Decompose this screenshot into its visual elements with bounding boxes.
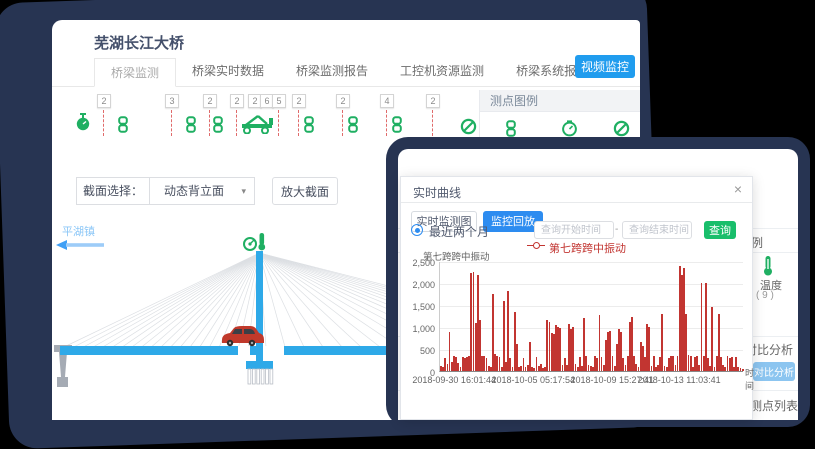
- link-sensor-icon[interactable]: [348, 116, 358, 138]
- x-tick-label: 2018-10-13 11:03:41: [638, 375, 721, 385]
- gridline: [440, 306, 743, 307]
- deck-joint: [238, 346, 250, 355]
- x-tick-label: 2018-09-30 16:01:44: [412, 375, 496, 385]
- tab-bridge-monitor-report[interactable]: 桥梁监测报告: [280, 57, 384, 86]
- gantry-vehicle-icon[interactable]: [240, 114, 276, 139]
- gridline: [440, 262, 743, 263]
- section-select-label: 截面选择：: [76, 177, 150, 205]
- y-tick-label: 1,500: [403, 302, 435, 312]
- sensor-marker-line: [342, 110, 343, 136]
- sensor-count-badge: 2: [97, 94, 111, 108]
- gridline: [440, 284, 743, 285]
- close-icon[interactable]: ×: [734, 181, 742, 197]
- link-sensor-icon[interactable]: [186, 116, 196, 138]
- compare-analysis-button[interactable]: 对比分析: [753, 362, 795, 381]
- gridline: [440, 328, 743, 329]
- deck-joint: [263, 346, 284, 355]
- y-tick-label: 1,000: [403, 324, 435, 334]
- bar: [661, 314, 663, 371]
- link-sensor-icon[interactable]: [118, 116, 128, 138]
- bridge-tower: [256, 251, 263, 361]
- sensor-count-badge: 4: [380, 94, 394, 108]
- sensor-marker-line: [298, 110, 299, 136]
- date-range-separator: -: [615, 224, 618, 235]
- sensor-marker-line: [278, 110, 279, 136]
- tab-bridge-monitor[interactable]: 桥梁监测: [94, 58, 176, 87]
- bar: [503, 301, 505, 371]
- x-axis-title: 时间: [745, 366, 754, 392]
- sensor-marker-line: [386, 110, 387, 136]
- recent-two-months-radio[interactable]: [411, 224, 423, 236]
- link-sensor-icon[interactable]: [213, 116, 223, 138]
- sensor-marker-line: [103, 110, 104, 136]
- y-tick-label: 2,000: [403, 280, 435, 290]
- link-sensor-icon[interactable]: [392, 116, 402, 138]
- y-tick-label: 2,500: [403, 258, 435, 268]
- sensor-marker-line: [171, 110, 172, 136]
- modal-header: 实时曲线 ×: [401, 177, 752, 203]
- main-tabbar: 桥梁监测 桥梁实时数据 桥梁监测报告 工控机资源监测 桥梁系统报警: [52, 58, 640, 87]
- zoom-section-button[interactable]: 放大截面: [272, 177, 338, 205]
- query-end-time-input[interactable]: [622, 221, 692, 239]
- bar: [648, 327, 650, 371]
- legend-marker-icon: [527, 245, 545, 250]
- legend-panel-title: 测点图例: [480, 90, 640, 112]
- sensor-count-badge: 2: [203, 94, 217, 108]
- tab-ipc-resource-monitor[interactable]: 工控机资源监测: [384, 57, 500, 86]
- thermometer-icon: [258, 233, 265, 250]
- x-tick-label: 2018-10-05 05:17:54: [491, 375, 575, 385]
- vibration-chart[interactable]: [439, 262, 743, 372]
- video-monitor-button[interactable]: 视频监控: [575, 55, 635, 78]
- bar: [742, 369, 744, 371]
- page-title: 芜湖长江大桥: [94, 32, 184, 53]
- realtime-curve-modal: 实时曲线 × 实时监测图 监控回放 最近两个月 - 查询 第七跨跨中振动 第七跨…: [400, 176, 753, 420]
- bar: [711, 307, 713, 371]
- sensor-count-badge: 2: [230, 94, 244, 108]
- sensor-count-badge: 3: [165, 94, 179, 108]
- sensor-marker-line: [432, 110, 433, 136]
- section-select-dropdown[interactable]: 动态背立面 ▾: [149, 177, 255, 205]
- query-button[interactable]: 查询: [704, 221, 736, 239]
- temperature-count: ( 9 ): [756, 290, 774, 301]
- sensor-count-badge: 5: [272, 94, 286, 108]
- pier-piles: [248, 369, 273, 384]
- modal-title: 实时曲线: [413, 184, 461, 201]
- gridline: [440, 350, 743, 351]
- chevron-down-icon: ▾: [241, 178, 246, 204]
- query-start-time-input[interactable]: [534, 221, 614, 239]
- sensor-count-badge: 2: [426, 94, 440, 108]
- recent-two-months-label: 最近两个月: [429, 223, 489, 240]
- wind-sensor-icon: [244, 238, 256, 250]
- legend-label: 第七跨跨中振动: [549, 243, 626, 255]
- sensor-count-badge: 2: [292, 94, 306, 108]
- tab-bridge-realtime-data[interactable]: 桥梁实时数据: [176, 57, 280, 86]
- sensor-count-badge: 2: [336, 94, 350, 108]
- y-tick-label: 500: [403, 346, 435, 356]
- section-select-value: 动态背立面: [164, 184, 224, 198]
- link-sensor-icon[interactable]: [304, 116, 314, 138]
- stopwatch-icon[interactable]: [74, 112, 92, 137]
- pier-crossbeam: [246, 361, 273, 369]
- sensor-marker-line: [209, 110, 210, 136]
- sensor-marker-line: [236, 110, 237, 136]
